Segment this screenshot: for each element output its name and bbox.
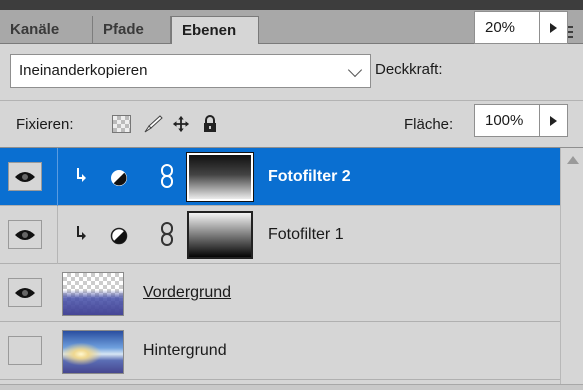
chevron-down-icon [347,62,363,78]
layer-thumbnail[interactable] [62,272,124,316]
visibility-toggle[interactable] [8,220,42,249]
eye-icon [15,230,35,240]
layer-name[interactable]: Fotofilter 1 [268,226,344,244]
scroll-up-arrow-icon[interactable] [567,156,579,164]
blend-mode-select[interactable]: Ineinanderkopieren [10,54,371,88]
panel-bottom-edge [0,384,583,390]
visibility-toggle[interactable] [8,278,42,307]
clipping-mask-icon [77,226,86,240]
fill-label: Fläche: [404,116,454,133]
layer-name[interactable]: Fotofilter 2 [268,168,351,186]
eye-icon [15,288,35,298]
lock-label: Fixieren: [16,116,74,133]
layer-row[interactable]: Fotofilter 2 [0,148,560,206]
layer-name[interactable]: Hintergrund [143,342,227,360]
visibility-toggle[interactable] [8,162,42,191]
opacity-label: Deckkraft: [375,61,443,78]
layer-name[interactable]: Vordergrund [143,284,231,302]
transparency-lock-icon[interactable] [112,115,131,133]
tab-ebenen[interactable]: Ebenen [171,16,259,45]
opacity-input[interactable]: 20% [474,11,540,44]
opacity-slider-button[interactable] [540,11,568,44]
layer-mask-thumbnail[interactable] [186,152,254,202]
blend-mode-row: Ineinanderkopieren Deckkraft: [0,44,583,100]
layer-row[interactable]: Hintergrund [0,322,560,380]
adjustment-layer-icon [111,170,127,186]
layers-list: Fotofilter 2 Fotofilter 1 Vordergrund Hi… [0,148,560,390]
lock-icon[interactable] [202,115,218,133]
layer-row[interactable]: Vordergrund [0,264,560,322]
tab-kanaele[interactable]: Kanäle [0,16,93,44]
layer-thumbnail[interactable] [62,330,124,374]
layer-row[interactable]: Fotofilter 1 [0,206,560,264]
tab-pfade[interactable]: Pfade [93,16,171,44]
clipping-mask-icon [77,168,86,182]
visibility-toggle[interactable] [8,336,42,365]
move-lock-icon[interactable] [171,115,191,133]
brush-lock-icon[interactable] [143,115,163,133]
eye-icon [15,172,35,182]
window-top-strip [0,0,583,10]
column-divider [57,148,58,206]
link-chain-icon [161,222,173,246]
adjustment-layer-icon [110,227,128,245]
column-divider [57,206,58,264]
blend-mode-value: Ineinanderkopieren [19,62,148,79]
fill-input[interactable]: 100% [474,104,540,137]
layer-mask-thumbnail[interactable] [187,211,253,259]
fill-slider-button[interactable] [540,104,568,137]
layers-scrollbar[interactable] [560,148,583,390]
link-chain-icon [161,164,173,188]
